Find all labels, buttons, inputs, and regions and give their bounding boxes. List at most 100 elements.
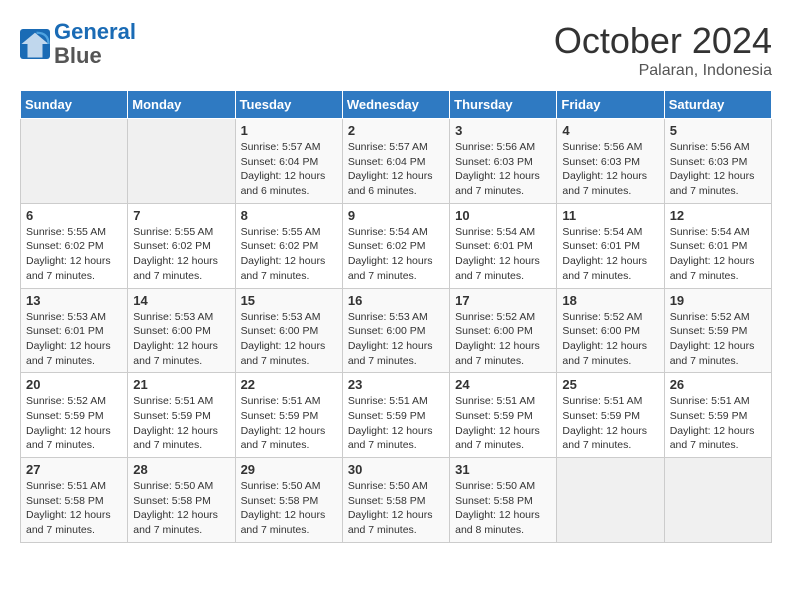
day-number: 12: [670, 208, 766, 223]
day-info: Sunrise: 5:52 AM Sunset: 6:00 PM Dayligh…: [455, 310, 551, 369]
calendar-cell: 16 Sunrise: 5:53 AM Sunset: 6:00 PM Dayli…: [342, 288, 449, 373]
calendar-week-3: 13 Sunrise: 5:53 AM Sunset: 6:01 PM Dayli…: [21, 288, 772, 373]
calendar-week-1: 1Sunrise: 5:57 AM Sunset: 6:04 PM Daylig…: [21, 119, 772, 204]
calendar-week-5: 27Sunrise: 5:51 AM Sunset: 5:58 PM Dayli…: [21, 458, 772, 543]
calendar-cell: 12 Sunrise: 5:54 AM Sunset: 6:01 PM Dayli…: [664, 203, 771, 288]
calendar-cell: 11Sunrise: 5:54 AM Sunset: 6:01 PM Dayli…: [557, 203, 664, 288]
day-number: 11: [562, 208, 658, 223]
day-info: Sunrise: 5:50 AM Sunset: 5:58 PM Dayligh…: [133, 479, 229, 538]
day-info: Sunrise: 5:50 AM Sunset: 5:58 PM Dayligh…: [455, 479, 551, 538]
day-info: Sunrise: 5:51 AM Sunset: 5:59 PM Dayligh…: [670, 394, 766, 453]
day-number: 10: [455, 208, 551, 223]
day-info: Sunrise: 5:57 AM Sunset: 6:04 PM Dayligh…: [241, 140, 337, 199]
col-header-thursday: Thursday: [450, 91, 557, 119]
calendar-cell: 26 Sunrise: 5:51 AM Sunset: 5:59 PM Dayli…: [664, 373, 771, 458]
logo-icon: [20, 29, 50, 59]
day-number: 16: [348, 293, 444, 308]
day-info: Sunrise: 5:51 AM Sunset: 5:59 PM Dayligh…: [133, 394, 229, 453]
day-info: Sunrise: 5:56 AM Sunset: 6:03 PM Dayligh…: [562, 140, 658, 199]
day-info: Sunrise: 5:54 AM Sunset: 6:01 PM Dayligh…: [670, 225, 766, 284]
calendar-cell: [21, 119, 128, 204]
day-number: 14: [133, 293, 229, 308]
col-header-monday: Monday: [128, 91, 235, 119]
day-info: Sunrise: 5:55 AM Sunset: 6:02 PM Dayligh…: [26, 225, 122, 284]
calendar-cell: 13 Sunrise: 5:53 AM Sunset: 6:01 PM Dayli…: [21, 288, 128, 373]
day-info: Sunrise: 5:52 AM Sunset: 6:00 PM Dayligh…: [562, 310, 658, 369]
calendar-cell: 28 Sunrise: 5:50 AM Sunset: 5:58 PM Dayli…: [128, 458, 235, 543]
calendar-table: SundayMondayTuesdayWednesdayThursdayFrid…: [20, 90, 772, 543]
calendar-cell: [664, 458, 771, 543]
day-number: 6: [26, 208, 122, 223]
day-info: Sunrise: 5:55 AM Sunset: 6:02 PM Dayligh…: [133, 225, 229, 284]
calendar-cell: 14Sunrise: 5:53 AM Sunset: 6:00 PM Dayli…: [128, 288, 235, 373]
title-block: October 2024 Palaran, Indonesia: [554, 20, 772, 80]
calendar-cell: 18 Sunrise: 5:52 AM Sunset: 6:00 PM Dayli…: [557, 288, 664, 373]
day-number: 20: [26, 377, 122, 392]
calendar-cell: 15 Sunrise: 5:53 AM Sunset: 6:00 PM Dayli…: [235, 288, 342, 373]
day-number: 26: [670, 377, 766, 392]
col-header-tuesday: Tuesday: [235, 91, 342, 119]
day-number: 18: [562, 293, 658, 308]
day-number: 30: [348, 462, 444, 477]
calendar-cell: 24Sunrise: 5:51 AM Sunset: 5:59 PM Dayli…: [450, 373, 557, 458]
day-info: Sunrise: 5:53 AM Sunset: 6:00 PM Dayligh…: [348, 310, 444, 369]
day-number: 4: [562, 123, 658, 138]
calendar-cell: 17 Sunrise: 5:52 AM Sunset: 6:00 PM Dayli…: [450, 288, 557, 373]
day-number: 8: [241, 208, 337, 223]
day-number: 17: [455, 293, 551, 308]
day-info: Sunrise: 5:51 AM Sunset: 5:59 PM Dayligh…: [348, 394, 444, 453]
calendar-cell: 2Sunrise: 5:57 AM Sunset: 6:04 PM Daylig…: [342, 119, 449, 204]
day-info: Sunrise: 5:55 AM Sunset: 6:02 PM Dayligh…: [241, 225, 337, 284]
logo-text: General Blue: [54, 20, 136, 68]
day-info: Sunrise: 5:50 AM Sunset: 5:58 PM Dayligh…: [241, 479, 337, 538]
calendar-cell: 3Sunrise: 5:56 AM Sunset: 6:03 PM Daylig…: [450, 119, 557, 204]
calendar-cell: 21 Sunrise: 5:51 AM Sunset: 5:59 PM Dayli…: [128, 373, 235, 458]
day-number: 28: [133, 462, 229, 477]
day-info: Sunrise: 5:54 AM Sunset: 6:02 PM Dayligh…: [348, 225, 444, 284]
day-number: 21: [133, 377, 229, 392]
calendar-cell: 20 Sunrise: 5:52 AM Sunset: 5:59 PM Dayli…: [21, 373, 128, 458]
col-header-saturday: Saturday: [664, 91, 771, 119]
day-number: 27: [26, 462, 122, 477]
day-number: 15: [241, 293, 337, 308]
calendar-cell: [557, 458, 664, 543]
calendar-cell: 8 Sunrise: 5:55 AM Sunset: 6:02 PM Daylig…: [235, 203, 342, 288]
day-number: 13: [26, 293, 122, 308]
day-info: Sunrise: 5:53 AM Sunset: 6:00 PM Dayligh…: [241, 310, 337, 369]
day-info: Sunrise: 5:56 AM Sunset: 6:03 PM Dayligh…: [455, 140, 551, 199]
day-number: 5: [670, 123, 766, 138]
calendar-cell: 10 Sunrise: 5:54 AM Sunset: 6:01 PM Dayli…: [450, 203, 557, 288]
calendar-week-4: 20 Sunrise: 5:52 AM Sunset: 5:59 PM Dayli…: [21, 373, 772, 458]
day-info: Sunrise: 5:52 AM Sunset: 5:59 PM Dayligh…: [670, 310, 766, 369]
calendar-cell: 7 Sunrise: 5:55 AM Sunset: 6:02 PM Daylig…: [128, 203, 235, 288]
day-number: 25: [562, 377, 658, 392]
day-info: Sunrise: 5:52 AM Sunset: 5:59 PM Dayligh…: [26, 394, 122, 453]
location-title: Palaran, Indonesia: [554, 62, 772, 80]
day-number: 24: [455, 377, 551, 392]
day-number: 9: [348, 208, 444, 223]
logo: General Blue: [20, 20, 136, 68]
day-info: Sunrise: 5:51 AM Sunset: 5:59 PM Dayligh…: [241, 394, 337, 453]
day-number: 2: [348, 123, 444, 138]
day-number: 29: [241, 462, 337, 477]
calendar-cell: 29 Sunrise: 5:50 AM Sunset: 5:58 PM Dayli…: [235, 458, 342, 543]
day-number: 7: [133, 208, 229, 223]
calendar-cell: 27Sunrise: 5:51 AM Sunset: 5:58 PM Dayli…: [21, 458, 128, 543]
day-number: 22: [241, 377, 337, 392]
calendar-cell: 19Sunrise: 5:52 AM Sunset: 5:59 PM Dayli…: [664, 288, 771, 373]
day-info: Sunrise: 5:51 AM Sunset: 5:59 PM Dayligh…: [562, 394, 658, 453]
calendar-cell: 22 Sunrise: 5:51 AM Sunset: 5:59 PM Dayli…: [235, 373, 342, 458]
header-row: SundayMondayTuesdayWednesdayThursdayFrid…: [21, 91, 772, 119]
day-info: Sunrise: 5:54 AM Sunset: 6:01 PM Dayligh…: [455, 225, 551, 284]
calendar-cell: 25 Sunrise: 5:51 AM Sunset: 5:59 PM Dayli…: [557, 373, 664, 458]
col-header-friday: Friday: [557, 91, 664, 119]
calendar-week-2: 6 Sunrise: 5:55 AM Sunset: 6:02 PM Daylig…: [21, 203, 772, 288]
calendar-cell: 23Sunrise: 5:51 AM Sunset: 5:59 PM Dayli…: [342, 373, 449, 458]
calendar-cell: 1Sunrise: 5:57 AM Sunset: 6:04 PM Daylig…: [235, 119, 342, 204]
day-info: Sunrise: 5:56 AM Sunset: 6:03 PM Dayligh…: [670, 140, 766, 199]
calendar-cell: [128, 119, 235, 204]
calendar-cell: 31Sunrise: 5:50 AM Sunset: 5:58 PM Dayli…: [450, 458, 557, 543]
calendar-cell: 30Sunrise: 5:50 AM Sunset: 5:58 PM Dayli…: [342, 458, 449, 543]
day-info: Sunrise: 5:53 AM Sunset: 6:01 PM Dayligh…: [26, 310, 122, 369]
page-header: General Blue October 2024 Palaran, Indon…: [20, 20, 772, 80]
